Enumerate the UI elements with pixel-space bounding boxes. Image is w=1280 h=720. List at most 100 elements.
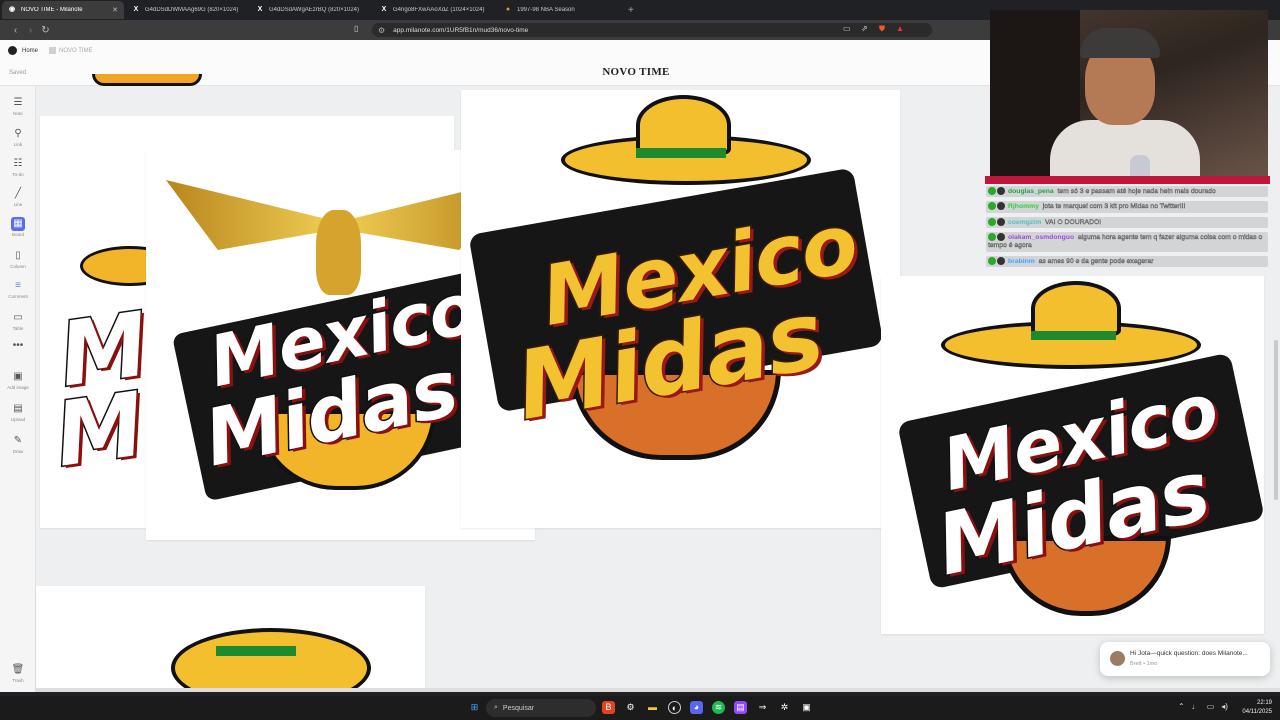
share-icon[interactable]: ⇗ xyxy=(861,24,868,33)
chat-message: brabinm: as ames 90 e da gente pode exag… xyxy=(986,255,1268,267)
todo-icon: ☷ xyxy=(13,158,23,169)
milanote-logo-icon xyxy=(8,46,17,55)
sub-badge-icon xyxy=(988,187,996,195)
tool-board[interactable]: ▦ Board xyxy=(0,217,36,237)
tool-table[interactable]: ▭ Table xyxy=(0,311,36,331)
badge-icon xyxy=(997,187,1005,195)
microphone-image xyxy=(1130,155,1150,178)
brave-icon[interactable]: B xyxy=(602,701,615,714)
avatar xyxy=(1110,651,1125,666)
column-icon: ▯ xyxy=(15,250,21,261)
badge-icon xyxy=(997,217,1005,226)
site-info-icon[interactable]: ⚙ xyxy=(378,26,385,35)
close-tab-icon[interactable]: ✕ xyxy=(112,6,118,14)
overlay-bar xyxy=(985,176,1270,184)
bookmark-icon[interactable]: ▯ xyxy=(354,24,358,33)
sub-badge-icon xyxy=(988,232,996,241)
breadcrumb[interactable]: NOVO TIME xyxy=(49,46,93,54)
discord-icon[interactable]: ◕ xyxy=(690,701,703,714)
note-icon: ☰ xyxy=(13,97,23,108)
image-card-gold[interactable]: Mexico Midas xyxy=(461,90,900,528)
badge-icon xyxy=(997,232,1005,241)
sub-badge-icon xyxy=(988,202,996,211)
chat-message: douglas_pena: tem só 3 e passam até hoje… xyxy=(986,186,1268,198)
folder-icon[interactable]: ▬ xyxy=(646,701,659,714)
eagle-body-image xyxy=(316,210,361,295)
chat-overlay: douglas_pena: tem só 3 e passam até hoje… xyxy=(986,186,1268,271)
tab-image-1[interactable]: X G4dDSdDWMAAg69G (820×1024) xyxy=(126,1,248,19)
tool-line[interactable]: ╱ Line xyxy=(0,187,36,207)
taskbar-search[interactable]: ⌕ Pesquisar xyxy=(486,699,596,717)
comment-icon: ≡ xyxy=(15,280,21,291)
brave-shield-icon[interactable]: ⛊ xyxy=(879,24,885,34)
cap-image xyxy=(1080,28,1160,58)
chat-message: coemgzim: VAI O DOURADO! xyxy=(986,216,1268,228)
reload-icon[interactable]: ↻ xyxy=(38,25,53,36)
table-icon: ▭ xyxy=(13,312,23,323)
tool-note[interactable]: ☰ Note xyxy=(0,96,36,116)
tool-link[interactable]: ⚲ Link xyxy=(0,127,36,147)
settings-icon[interactable]: ⚙ xyxy=(624,701,637,714)
basketball-icon: ● xyxy=(505,6,511,13)
back-icon[interactable]: ‹ xyxy=(8,25,23,36)
draw-icon: ✎ xyxy=(13,435,23,446)
tab-nba-season[interactable]: ● 1997-98 NBA Season xyxy=(498,1,620,19)
sombrero-image xyxy=(171,628,371,692)
tab-image-2[interactable]: X G4dDSdAWgAEzrBQ (820×1024) xyxy=(250,1,372,19)
line-icon: ╱ xyxy=(14,188,22,199)
vertical-scrollbar[interactable] xyxy=(1274,340,1278,500)
volume-icon[interactable]: ◂) xyxy=(1221,702,1228,711)
more-icon: ••• xyxy=(12,340,24,351)
cast-icon[interactable]: ▭ xyxy=(843,24,851,33)
tool-comment[interactable]: ≡ Comment xyxy=(0,279,36,299)
tool-add-image[interactable]: ▣ Add image xyxy=(0,370,36,390)
horizontal-scrollbar[interactable] xyxy=(36,688,1280,692)
trash-icon: 🗑 xyxy=(11,664,25,675)
badge-icon xyxy=(997,256,1005,265)
spotify-icon[interactable]: ≋ xyxy=(712,701,725,714)
twitch-icon[interactable]: ▤ xyxy=(734,701,747,714)
tab-novo-time[interactable]: ◉ NOVO TIME - Milanote ✕ xyxy=(2,1,124,19)
system-tray: ⌃ ♩ ▭ ◂) xyxy=(1178,702,1228,711)
chevron-up-icon[interactable]: ⌃ xyxy=(1178,702,1185,711)
image-icon: ▣ xyxy=(13,371,23,382)
badge-icon xyxy=(997,202,1005,211)
image-card-top[interactable] xyxy=(77,74,217,94)
home-link[interactable]: Home NOVO TIME xyxy=(8,46,93,55)
clock[interactable]: 22:19 04/11/2025 xyxy=(1242,699,1272,716)
x-icon: X xyxy=(381,6,387,13)
window-icon[interactable]: ▣ xyxy=(800,701,813,714)
webcam-overlay xyxy=(990,10,1268,178)
tool-trash[interactable]: 🗑 Trash xyxy=(0,663,36,683)
x-icon: X xyxy=(133,6,139,13)
rewards-icon[interactable]: ▲ xyxy=(896,24,904,33)
tool-sidebar: ☰ Note ⚲ Link ☷ To-do ╱ Line ▦ Board ▯ Column … xyxy=(0,86,36,692)
tool-upload[interactable]: ▤ Upload xyxy=(0,402,36,422)
board-icon: ▦ xyxy=(11,217,25,231)
tool-draw[interactable]: ✎ Draw xyxy=(0,434,36,454)
upload-icon: ▤ xyxy=(13,403,23,414)
link-icon: ⚲ xyxy=(14,128,22,139)
sub-badge-icon xyxy=(988,217,996,226)
taskbar: ⊞ ⌕ Pesquisar B ⚙ ▬ ◐ ◕ ≋ ▤ ⇒ ✲ ▣ ⌃ ♩ ▭ … xyxy=(0,696,1280,720)
x-icon: X xyxy=(257,6,263,13)
forward-icon[interactable]: › xyxy=(23,25,38,36)
image-card-bottom[interactable] xyxy=(36,586,425,692)
new-tab-icon[interactable]: + xyxy=(628,5,634,16)
mic-icon[interactable]: ♩ xyxy=(1192,702,1200,711)
chat-notification[interactable]: Hi Jota—quick question: does Milanote...… xyxy=(1100,642,1270,676)
tab-image-3[interactable]: X G4ngo8FXwAAoXdZ (1024×1024) xyxy=(374,1,496,19)
tool-column[interactable]: ▯ Column xyxy=(0,249,36,269)
search-icon: ⌕ xyxy=(494,704,498,711)
tool-more[interactable]: ••• xyxy=(0,339,36,353)
gear-app-icon[interactable]: ✲ xyxy=(778,701,791,714)
image-card-right[interactable]: Mexico Midas xyxy=(881,276,1264,634)
tool-todo[interactable]: ☷ To-do xyxy=(0,157,36,177)
chat-message: Rjhommy: jota te marquei com 3 kit pro M… xyxy=(986,201,1268,213)
sub-badge-icon xyxy=(988,256,996,265)
app-icon[interactable]: ⇒ xyxy=(756,701,769,714)
github-icon[interactable]: ◐ xyxy=(668,701,681,714)
windows-start-icon[interactable]: ⊞ xyxy=(468,701,481,714)
network-icon[interactable]: ▭ xyxy=(1207,702,1215,711)
board-thumbnail-icon xyxy=(49,46,57,54)
